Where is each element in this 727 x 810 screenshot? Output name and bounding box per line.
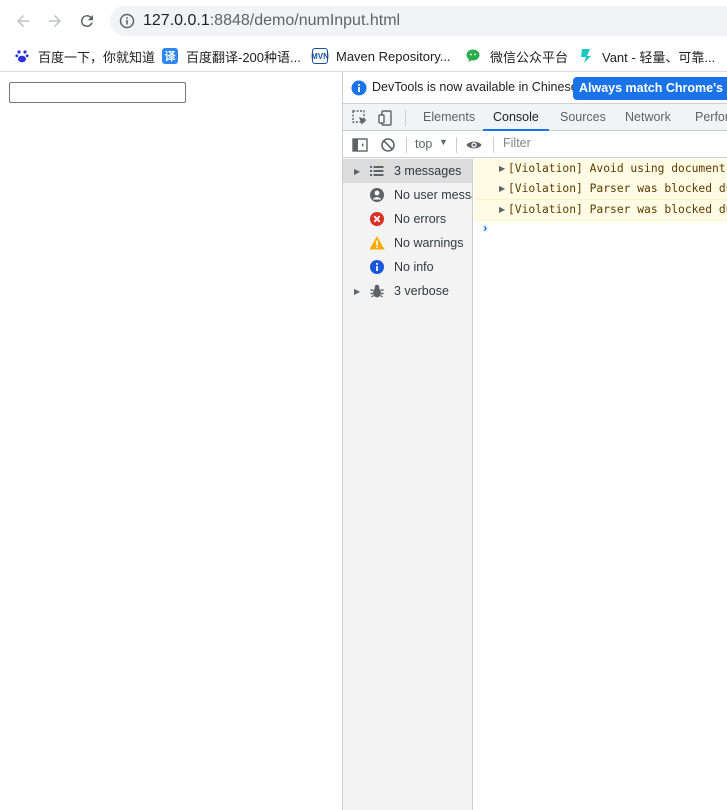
console-sidebar: ▶ 3 messages No user messages No errors <box>343 159 473 810</box>
console-message[interactable]: ▶ [Violation] Parser was blocked due to … <box>474 179 727 200</box>
expand-triangle-icon[interactable]: ▶ <box>499 205 505 214</box>
devtools-language-infobar: DevTools is now available in Chinese! Al… <box>343 72 727 104</box>
tab-elements[interactable]: Elements <box>423 104 475 131</box>
show-sidebar-icon[interactable] <box>351 136 369 154</box>
tabbar-separator <box>405 110 406 126</box>
bookmark-wechat[interactable]: 微信公众平台 <box>466 45 568 67</box>
console-filter-input[interactable]: Filter <box>503 136 531 150</box>
browser-toolbar: 127.0.0.1:8848/demo/numInput.html <box>0 0 727 42</box>
sidebar-item-verbose[interactable]: ▶ 3 verbose <box>343 279 472 303</box>
vant-logo-icon <box>578 48 594 64</box>
infobar-message: DevTools is now available in Chinese! <box>372 80 582 94</box>
inspect-element-icon[interactable] <box>351 109 369 127</box>
expand-triangle-icon[interactable]: ▶ <box>354 287 360 296</box>
bookmark-label: Vant - 轻量、可靠... <box>602 49 716 65</box>
info-icon <box>351 80 367 96</box>
devtools-tabbar: Elements Console Sources Network Perform… <box>343 104 727 131</box>
console-message-text: [Violation] Avoid using document.write()… <box>508 162 727 175</box>
baidu-paw-icon <box>14 48 30 64</box>
info-icon <box>370 260 384 274</box>
console-message-text: [Violation] Parser was blocked due to do… <box>508 182 727 195</box>
address-bar[interactable]: 127.0.0.1:8848/demo/numInput.html <box>110 6 727 36</box>
expand-triangle-icon[interactable]: ▶ <box>499 184 505 193</box>
sidebar-item-label: No info <box>394 260 434 274</box>
sidebar-item-info[interactable]: No info <box>343 255 472 279</box>
wechat-icon <box>466 48 482 64</box>
expand-triangle-icon[interactable]: ▶ <box>499 164 505 173</box>
number-input[interactable] <box>9 82 186 103</box>
maven-logo-icon: MVN <box>311 48 329 64</box>
tab-sources[interactable]: Sources <box>560 104 606 131</box>
live-expression-eye-icon[interactable] <box>465 136 483 154</box>
bookmark-maven[interactable]: MVN Maven Repository... <box>311 45 451 67</box>
sidebar-item-user-messages[interactable]: No user messages <box>343 183 472 207</box>
context-selector[interactable]: top <box>415 137 432 151</box>
reload-icon[interactable] <box>76 10 98 32</box>
error-icon <box>370 212 384 226</box>
console-prompt-chevron-icon[interactable]: › <box>483 220 487 235</box>
console-log: ▶ [Violation] Avoid using document.write… <box>474 159 727 810</box>
console-message-text: [Violation] Parser was blocked due to do… <box>508 203 727 216</box>
bookmark-label: Maven Repository... <box>336 48 451 64</box>
url-text: 127.0.0.1:8848/demo/numInput.html <box>143 12 400 30</box>
user-icon <box>370 188 384 202</box>
match-language-button[interactable]: Always match Chrome's language <box>573 77 727 100</box>
url-path: :8848/demo/numInput.html <box>209 12 401 29</box>
bookmark-vant[interactable]: Vant - 轻量、可靠... <box>578 45 715 67</box>
tab-console[interactable]: Console <box>483 104 549 131</box>
bookmark-baidu-translate[interactable]: 译 百度翻译-200种语... <box>162 45 301 67</box>
tab-performance[interactable]: Performance <box>695 104 727 131</box>
sidebar-item-label: 3 messages <box>394 164 462 178</box>
sidebar-item-label: No user messages <box>394 188 472 202</box>
url-host: 127.0.0.1 <box>143 12 210 29</box>
bookmark-label: 微信公众平台 <box>490 49 569 65</box>
sidebar-item-errors[interactable]: No errors <box>343 207 472 231</box>
bookmarks-bar: 百度一下，你就知道 译 百度翻译-200种语... MVN Maven Repo… <box>0 42 727 72</box>
sidebar-item-messages[interactable]: ▶ 3 messages <box>343 159 472 183</box>
back-arrow-icon[interactable] <box>12 10 34 32</box>
sidebar-item-label: No warnings <box>394 236 464 250</box>
bookmark-label: 百度一下，你就知道 <box>38 49 156 65</box>
page-viewport <box>0 72 342 810</box>
toolbar-separator <box>456 137 457 153</box>
console-toolbar: top ▼ Filter <box>343 132 727 158</box>
sidebar-item-label: 3 verbose <box>394 284 449 298</box>
warning-icon <box>369 236 385 250</box>
expand-triangle-icon[interactable]: ▶ <box>354 167 360 176</box>
list-icon <box>370 166 384 176</box>
bookmark-baidu[interactable]: 百度一下，你就知道 <box>14 45 155 67</box>
tab-network[interactable]: Network <box>625 104 671 131</box>
sidebar-item-warnings[interactable]: No warnings <box>343 231 472 255</box>
console-message[interactable]: ▶ [Violation] Avoid using document.write… <box>474 159 727 180</box>
dropdown-arrow-icon[interactable]: ▼ <box>439 137 448 147</box>
bug-icon <box>370 284 384 298</box>
sidebar-item-label: No errors <box>394 212 447 226</box>
site-info-icon[interactable] <box>119 13 135 29</box>
device-toolbar-icon[interactable] <box>377 109 395 127</box>
translate-icon: 译 <box>162 48 178 64</box>
clear-console-icon[interactable] <box>379 136 397 154</box>
toolbar-separator <box>406 137 407 153</box>
devtools-panel: DevTools is now available in Chinese! Al… <box>342 72 727 810</box>
console-message[interactable]: ▶ [Violation] Parser was blocked due to … <box>474 200 727 221</box>
toolbar-separator <box>493 137 494 153</box>
bookmark-label: 百度翻译-200种语... <box>186 49 301 65</box>
forward-arrow-icon[interactable] <box>44 10 66 32</box>
